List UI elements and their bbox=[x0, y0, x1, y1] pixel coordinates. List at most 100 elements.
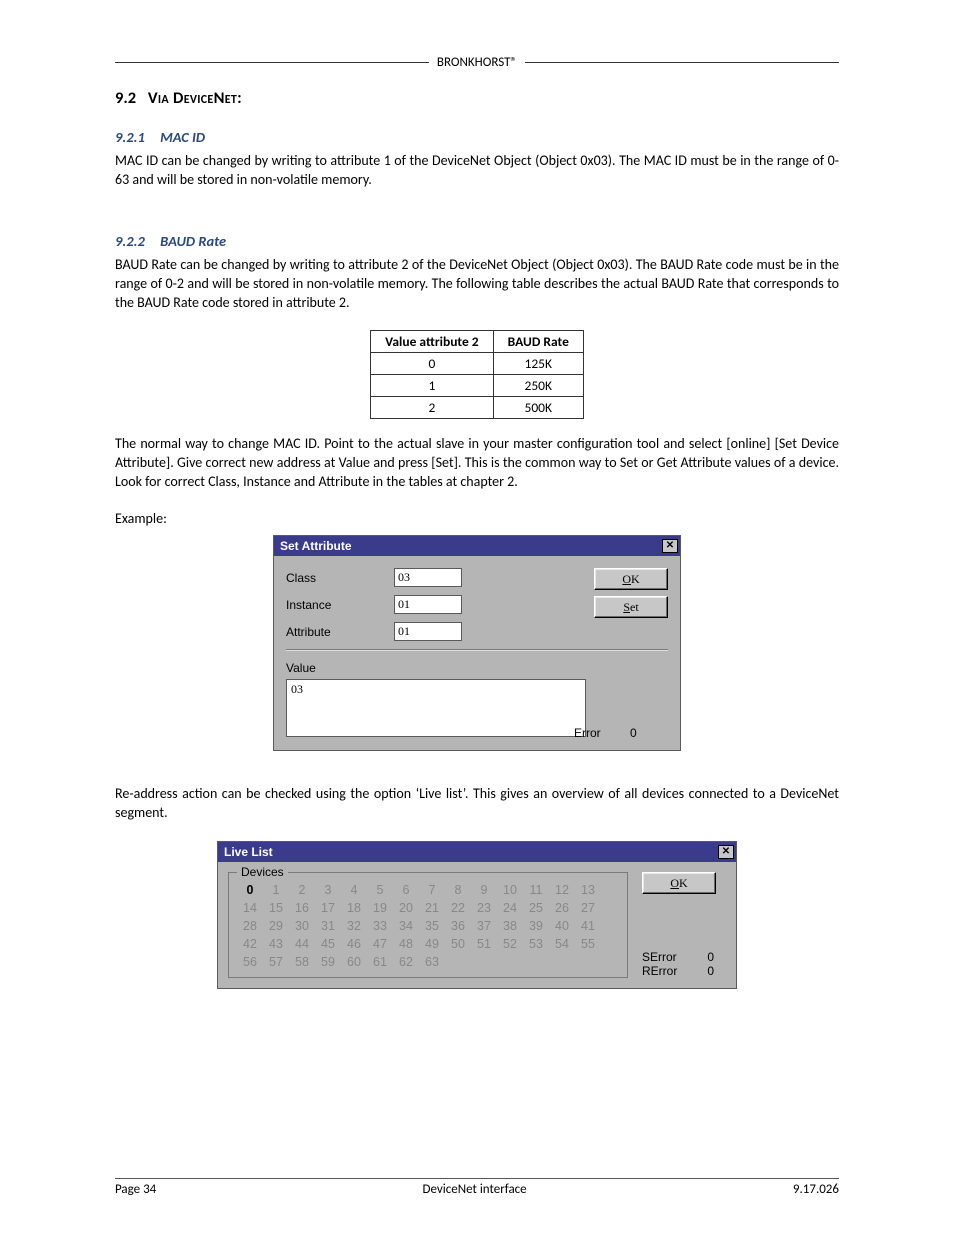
table-cell: 0 bbox=[371, 353, 494, 375]
device-cell[interactable]: 34 bbox=[393, 919, 419, 933]
device-cell[interactable]: 48 bbox=[393, 937, 419, 951]
example-label: Example: bbox=[115, 510, 839, 527]
device-cell[interactable]: 59 bbox=[315, 955, 341, 969]
device-cell[interactable]: 14 bbox=[237, 901, 263, 915]
device-cell[interactable]: 38 bbox=[497, 919, 523, 933]
device-cell[interactable]: 42 bbox=[237, 937, 263, 951]
close-icon[interactable]: ✕ bbox=[718, 845, 734, 859]
device-cell[interactable]: 31 bbox=[315, 919, 341, 933]
device-cell[interactable]: 1 bbox=[263, 883, 289, 897]
table-header-cell: Value attribute 2 bbox=[371, 331, 494, 353]
device-cell[interactable]: 4 bbox=[341, 883, 367, 897]
table-row: 0 125K bbox=[371, 353, 584, 375]
device-cell[interactable]: 15 bbox=[263, 901, 289, 915]
error-mini: SError0 RError0 bbox=[642, 950, 726, 978]
rerror-label: RError bbox=[642, 964, 677, 978]
device-cell[interactable]: 25 bbox=[523, 901, 549, 915]
attribute-input[interactable] bbox=[394, 622, 462, 641]
instance-label: Instance bbox=[286, 598, 394, 612]
subsection-number: 9.2.2 bbox=[115, 232, 145, 250]
device-cell[interactable]: 12 bbox=[549, 883, 575, 897]
device-cell[interactable]: 10 bbox=[497, 883, 523, 897]
device-cell[interactable]: 36 bbox=[445, 919, 471, 933]
instance-input[interactable] bbox=[394, 595, 462, 614]
table-cell: 1 bbox=[371, 375, 494, 397]
device-cell[interactable]: 46 bbox=[341, 937, 367, 951]
footer-page: Page 34 bbox=[115, 1182, 156, 1197]
device-cell[interactable]: 19 bbox=[367, 901, 393, 915]
device-cell[interactable]: 57 bbox=[263, 955, 289, 969]
device-cell[interactable]: 32 bbox=[341, 919, 367, 933]
device-cell[interactable]: 3 bbox=[315, 883, 341, 897]
device-cell[interactable]: 29 bbox=[263, 919, 289, 933]
device-cell[interactable]: 27 bbox=[575, 901, 601, 915]
devices-groupbox: Devices 01234567891011121314151617181920… bbox=[228, 872, 628, 978]
device-cell[interactable]: 49 bbox=[419, 937, 445, 951]
dialog-title: Live List bbox=[224, 845, 273, 859]
device-cell[interactable]: 62 bbox=[393, 955, 419, 969]
subsection-heading-baud-rate: 9.2.2 BAUD Rate bbox=[115, 232, 839, 250]
subsection-title: BAUD Rate bbox=[160, 232, 226, 250]
device-cell[interactable]: 2 bbox=[289, 883, 315, 897]
device-cell[interactable]: 9 bbox=[471, 883, 497, 897]
device-cell[interactable]: 6 bbox=[393, 883, 419, 897]
device-cell[interactable]: 13 bbox=[575, 883, 601, 897]
device-cell[interactable]: 51 bbox=[471, 937, 497, 951]
device-cell[interactable]: 24 bbox=[497, 901, 523, 915]
device-cell[interactable]: 41 bbox=[575, 919, 601, 933]
body-paragraph: BAUD Rate can be changed by writing to a… bbox=[115, 256, 839, 313]
device-cell[interactable]: 21 bbox=[419, 901, 445, 915]
device-cell[interactable]: 5 bbox=[367, 883, 393, 897]
device-cell[interactable]: 63 bbox=[419, 955, 445, 969]
device-cell[interactable]: 22 bbox=[445, 901, 471, 915]
table-cell: 500K bbox=[493, 397, 583, 419]
device-cell[interactable]: 33 bbox=[367, 919, 393, 933]
device-cell[interactable]: 54 bbox=[549, 937, 575, 951]
device-cell[interactable]: 23 bbox=[471, 901, 497, 915]
device-cell[interactable]: 45 bbox=[315, 937, 341, 951]
device-cell[interactable]: 60 bbox=[341, 955, 367, 969]
device-cell[interactable]: 61 bbox=[367, 955, 393, 969]
table-cell: 125K bbox=[493, 353, 583, 375]
set-button[interactable]: Set bbox=[594, 596, 668, 618]
device-cell[interactable]: 11 bbox=[523, 883, 549, 897]
table-row: 1 250K bbox=[371, 375, 584, 397]
device-cell[interactable]: 55 bbox=[575, 937, 601, 951]
device-cell[interactable]: 39 bbox=[523, 919, 549, 933]
value-input[interactable]: 03 bbox=[286, 679, 586, 737]
subsection-number: 9.2.1 bbox=[115, 128, 145, 146]
device-cell[interactable]: 58 bbox=[289, 955, 315, 969]
device-cell[interactable]: 56 bbox=[237, 955, 263, 969]
device-cell[interactable]: 28 bbox=[237, 919, 263, 933]
dialog-titlebar[interactable]: Set Attribute ✕ bbox=[274, 536, 680, 556]
device-cell[interactable]: 35 bbox=[419, 919, 445, 933]
device-cell[interactable]: 40 bbox=[549, 919, 575, 933]
device-cell[interactable]: 7 bbox=[419, 883, 445, 897]
device-cell[interactable]: 44 bbox=[289, 937, 315, 951]
class-input[interactable] bbox=[394, 568, 462, 587]
table-header-row: Value attribute 2 BAUD Rate bbox=[371, 331, 584, 353]
device-cell[interactable]: 52 bbox=[497, 937, 523, 951]
ok-button[interactable]: OK bbox=[594, 568, 668, 590]
value-label: Value bbox=[286, 661, 668, 675]
device-cell[interactable]: 16 bbox=[289, 901, 315, 915]
page-header: BRONKHORST® bbox=[115, 55, 839, 70]
device-cell[interactable]: 0 bbox=[237, 883, 263, 897]
ok-button[interactable]: OK bbox=[642, 872, 716, 894]
device-cell[interactable]: 17 bbox=[315, 901, 341, 915]
close-icon[interactable]: ✕ bbox=[662, 539, 678, 553]
device-cell[interactable]: 53 bbox=[523, 937, 549, 951]
baud-rate-table: Value attribute 2 BAUD Rate 0 125K 1 250… bbox=[370, 330, 584, 419]
device-cell[interactable]: 30 bbox=[289, 919, 315, 933]
device-cell[interactable]: 26 bbox=[549, 901, 575, 915]
device-cell[interactable]: 50 bbox=[445, 937, 471, 951]
device-cell[interactable]: 43 bbox=[263, 937, 289, 951]
device-cell[interactable]: 20 bbox=[393, 901, 419, 915]
table-header-cell: BAUD Rate bbox=[493, 331, 583, 353]
body-paragraph: MAC ID can be changed by writing to attr… bbox=[115, 152, 839, 190]
dialog-titlebar[interactable]: Live List ✕ bbox=[218, 842, 736, 862]
device-cell[interactable]: 18 bbox=[341, 901, 367, 915]
device-cell[interactable]: 8 bbox=[445, 883, 471, 897]
device-cell[interactable]: 47 bbox=[367, 937, 393, 951]
device-cell[interactable]: 37 bbox=[471, 919, 497, 933]
